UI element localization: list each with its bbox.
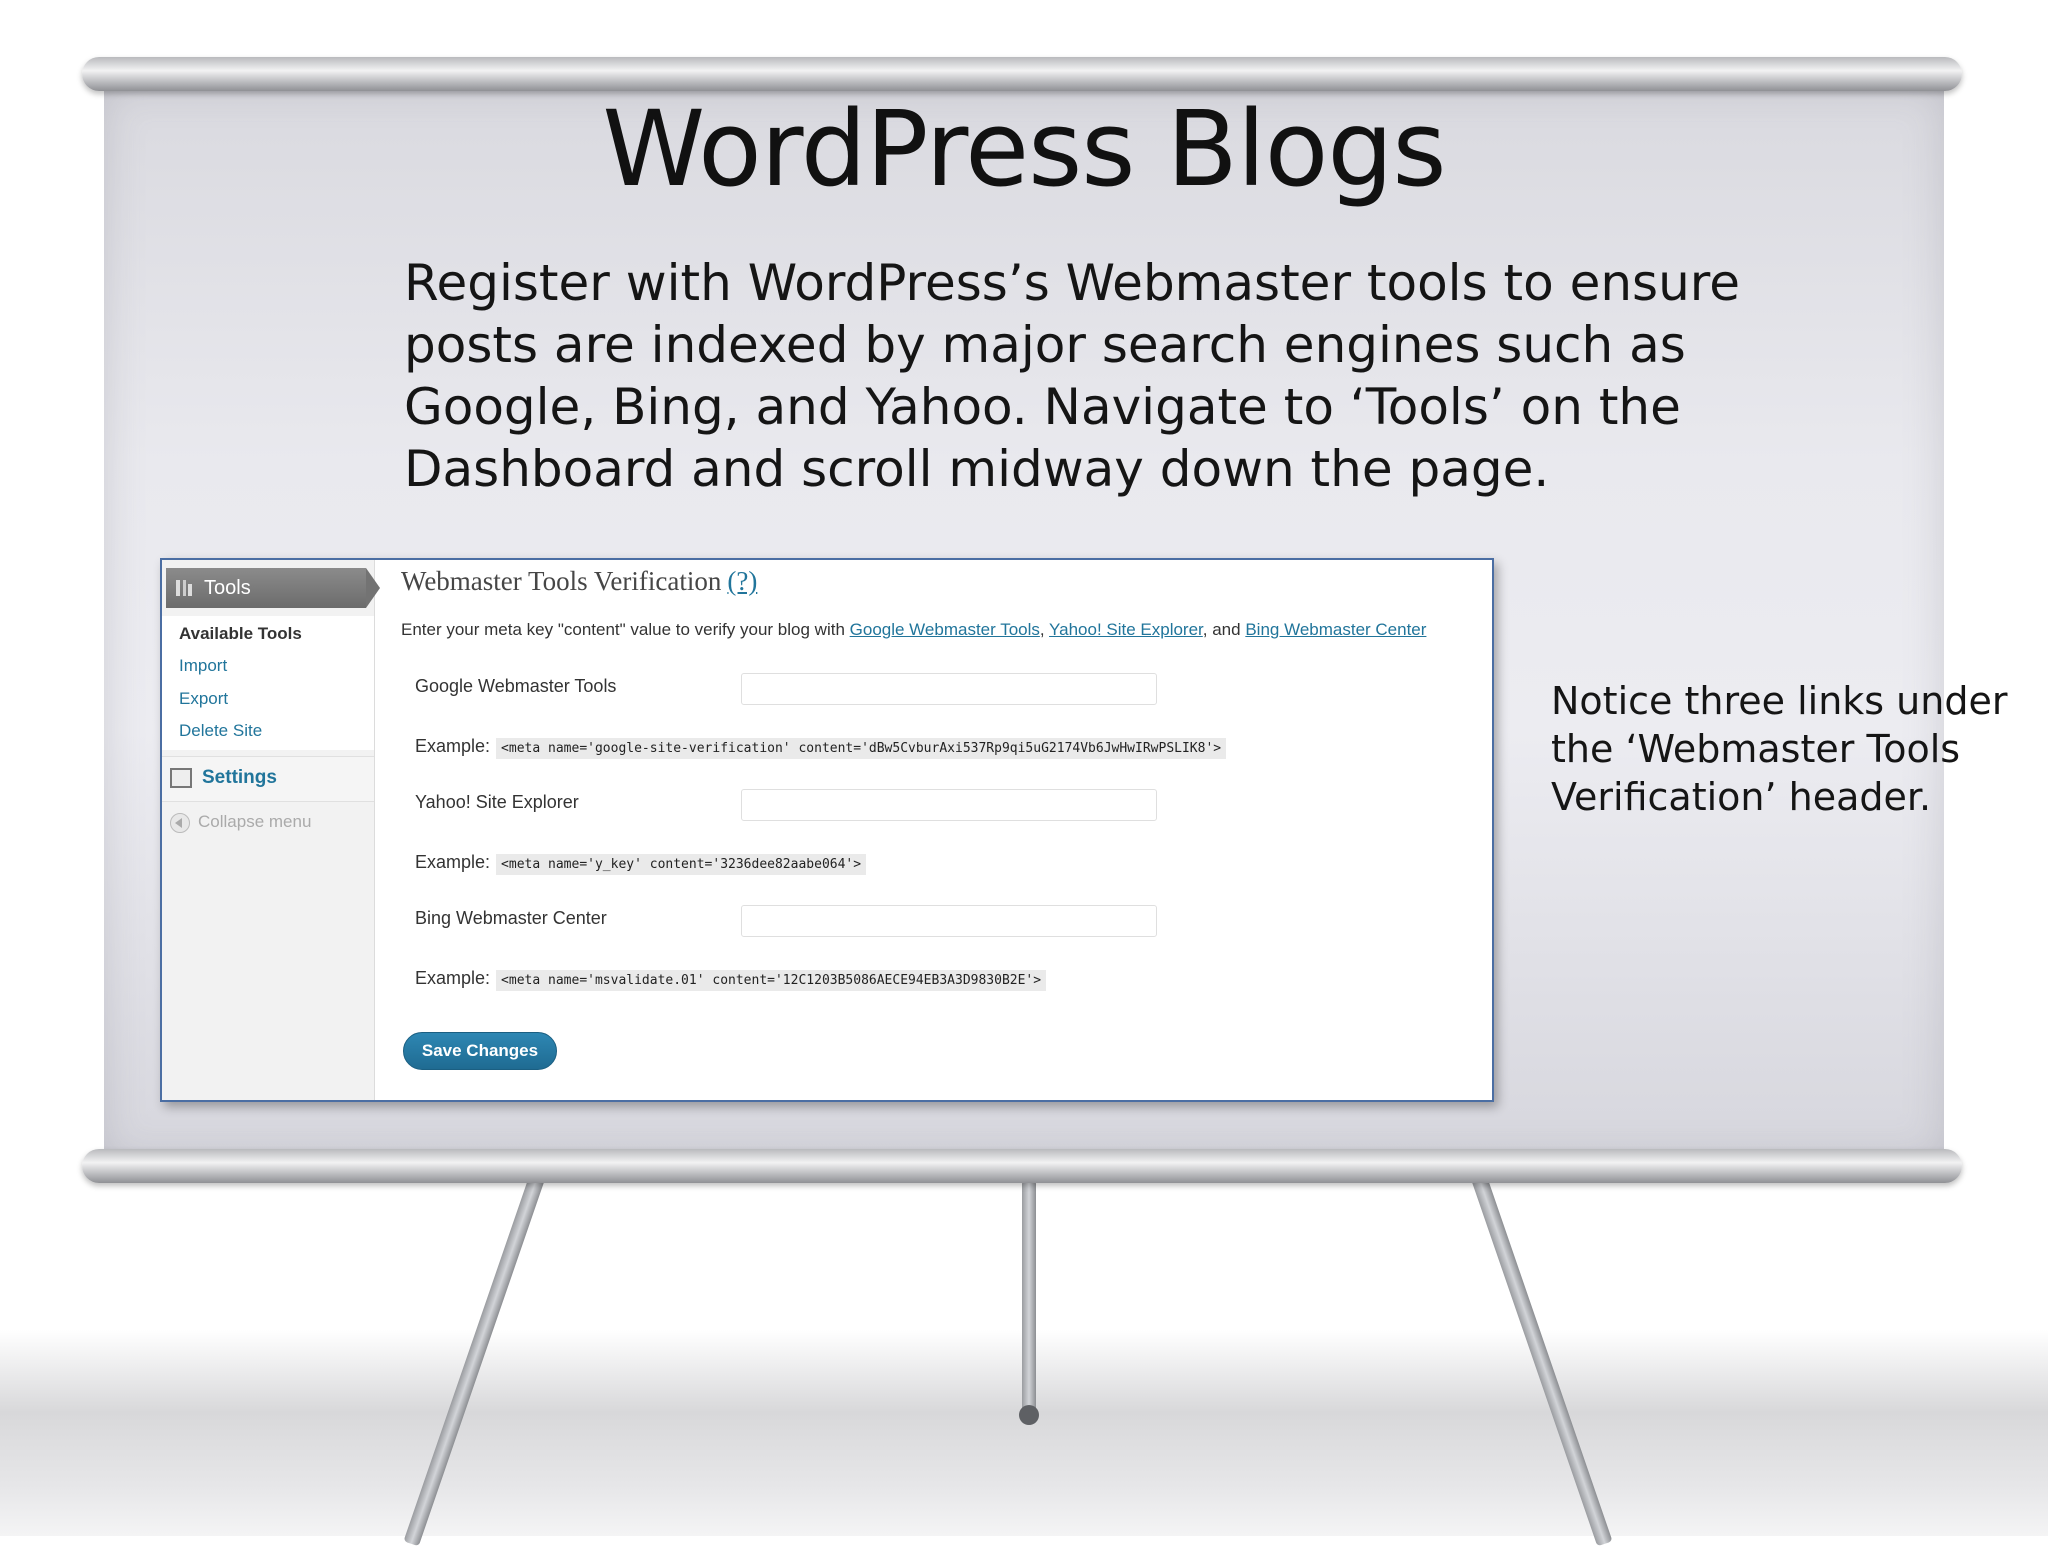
submenu-available-tools[interactable]: Available Tools (179, 624, 302, 644)
yahoo-example-code: <meta name='y_key' content='3236dee82aab… (496, 854, 867, 875)
collapse-menu-label: Collapse menu (198, 812, 312, 831)
slide-note: Notice three links under the ‘Webmaster … (1551, 679, 2008, 819)
bing-verification-input[interactable] (741, 905, 1157, 937)
intro-separator: , and (1202, 620, 1241, 639)
bing-field-label: Bing Webmaster Center (415, 908, 607, 928)
slide-body-text: Register with WordPress’s Webmaster tool… (404, 254, 1741, 498)
example-label: Example: (415, 736, 491, 756)
settings-icon (170, 768, 192, 788)
sidebar-item-settings[interactable]: Settings (162, 756, 374, 802)
wordpress-screenshot: Tools Available Tools Import Export Dele… (160, 558, 1494, 1102)
board-top-rail (82, 57, 1962, 91)
example-label: Example: (415, 852, 491, 872)
submenu-delete-site[interactable]: Delete Site (179, 721, 262, 741)
google-verification-input[interactable] (741, 673, 1157, 705)
easel-leg-center (1022, 1180, 1036, 1420)
save-changes-button[interactable]: Save Changes (403, 1032, 557, 1070)
bing-example-code: <meta name='msvalidate.01' content='12C1… (496, 970, 1047, 991)
tools-icon (176, 580, 192, 596)
collapse-menu[interactable]: Collapse menu (170, 812, 311, 833)
google-field-label: Google Webmaster Tools (415, 676, 617, 696)
sidebar-item-label: Tools (204, 577, 251, 599)
intro-text: Enter your meta key "content" value to v… (401, 620, 1426, 640)
yahoo-example: Example: <meta name='y_key' content='3236… (415, 852, 867, 875)
yahoo-field-label: Yahoo! Site Explorer (415, 792, 579, 812)
intro-prefix: Enter your meta key "content" value to v… (401, 620, 845, 639)
collapse-arrow-icon (170, 812, 190, 833)
bing-example: Example: <meta name='msvalidate.01' conte… (415, 968, 1047, 991)
sidebar-item-label: Settings (202, 767, 277, 788)
yahoo-site-explorer-link[interactable]: Yahoo! Site Explorer (1049, 620, 1203, 639)
google-webmaster-tools-link[interactable]: Google Webmaster Tools (850, 620, 1040, 639)
google-example: Example: <meta name='google-site-verifica… (415, 736, 1227, 759)
settings-panel: Webmaster Tools Verification (?) Enter yo… (375, 560, 1492, 1100)
help-link[interactable]: (?) (727, 566, 757, 596)
intro-separator: , (1039, 620, 1045, 639)
page-title: Webmaster Tools Verification (?) (401, 566, 757, 597)
submenu-export[interactable]: Export (179, 689, 228, 709)
yahoo-verification-input[interactable] (741, 789, 1157, 821)
board-bottom-rail (82, 1149, 1962, 1183)
admin-sidebar: Tools Available Tools Import Export Dele… (162, 560, 380, 1100)
google-example-code: <meta name='google-site-verification' co… (496, 738, 1227, 759)
submenu-import[interactable]: Import (179, 656, 227, 676)
sidebar-item-tools[interactable]: Tools (166, 568, 380, 608)
example-label: Example: (415, 968, 491, 988)
easel-foot (1019, 1405, 1039, 1425)
slide-title: WordPress Blogs (602, 88, 1446, 210)
bing-webmaster-center-link[interactable]: Bing Webmaster Center (1245, 620, 1426, 639)
page-title-text: Webmaster Tools Verification (401, 566, 722, 596)
